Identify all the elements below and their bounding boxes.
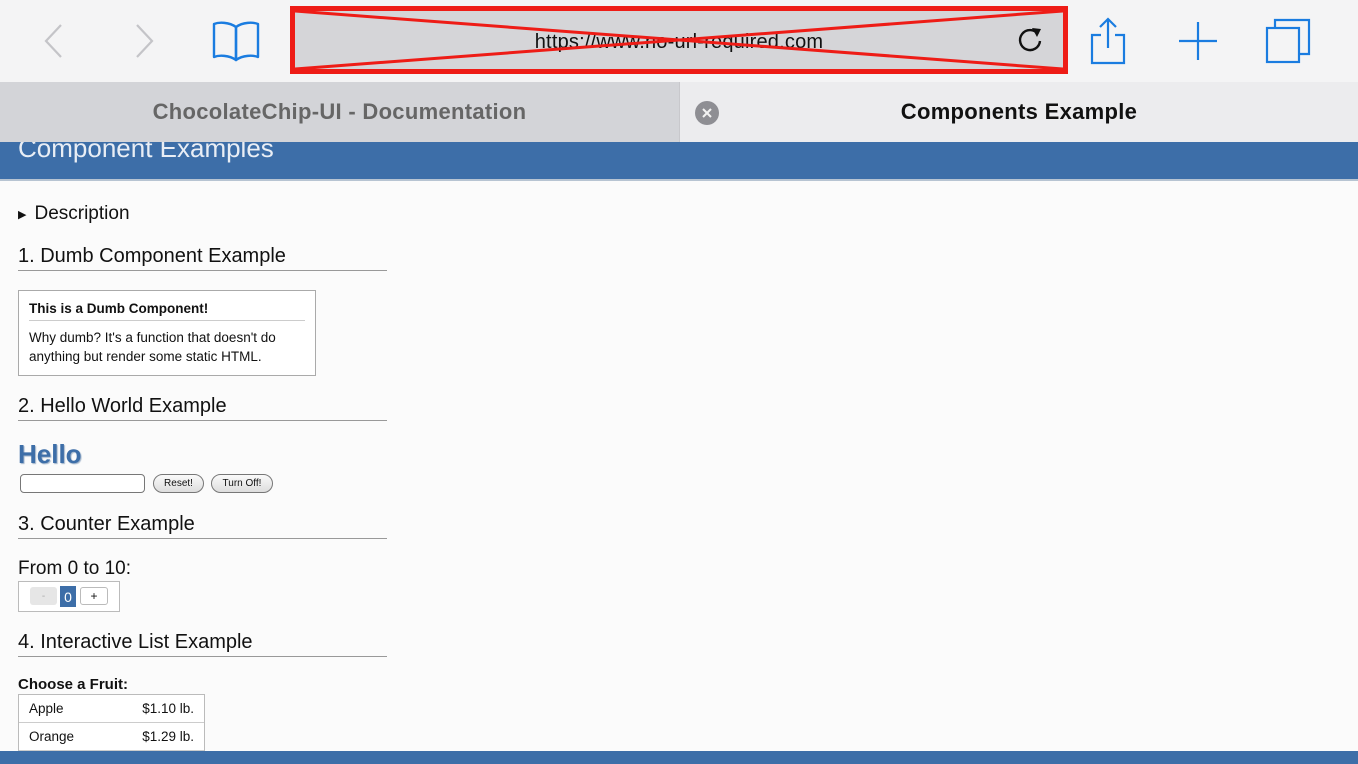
page: https://www.no-url-required.com Chocolat… (0, 0, 1358, 764)
hello-heading: Hello (18, 439, 82, 469)
new-tab-button[interactable] (1172, 16, 1224, 66)
fruit-price: $1.10 lb. (142, 701, 194, 716)
counter-label: From 0 to 10: (18, 558, 131, 579)
tab-strip: ChocolateChip-UI - Documentation Compone… (0, 82, 1358, 142)
dumb-component-title: This is a Dumb Component! (29, 301, 305, 321)
plus-icon (1179, 22, 1217, 60)
page-title: Component Examples (18, 142, 274, 163)
fruit-name: Orange (29, 729, 75, 744)
page-banner: Component Examples (0, 142, 1358, 181)
disclosure-triangle-icon: ▶ (18, 208, 27, 221)
section-heading-list: 4. Interactive List Example (18, 631, 387, 657)
increment-button[interactable]: + (80, 587, 108, 605)
address-bar[interactable]: https://www.no-url-required.com (290, 6, 1068, 74)
share-button[interactable] (1082, 16, 1134, 66)
redaction-cross (295, 11, 1063, 69)
chevron-left-icon (44, 24, 62, 58)
fruit-price: $1.29 lb. (142, 729, 194, 744)
turn-off-button[interactable]: Turn Off! (211, 474, 273, 493)
tab-title: ChocolateChip-UI - Documentation (152, 99, 527, 124)
description-label: Description (34, 203, 130, 224)
list-item[interactable]: Orange $1.29 lb. (19, 723, 204, 751)
fruit-list: Apple $1.10 lb. Orange $1.29 lb. (18, 694, 205, 752)
tab-title: Components Example (900, 99, 1138, 124)
section-heading-dumb: 1. Dumb Component Example (18, 245, 387, 271)
reset-button[interactable]: Reset! (153, 474, 204, 493)
counter-widget: - 0 + (18, 581, 120, 612)
chevron-right-icon (136, 24, 154, 58)
close-tab-button[interactable] (695, 101, 719, 125)
fruit-name: Apple (29, 701, 64, 716)
share-icon (1090, 17, 1126, 65)
section-heading-counter: 3. Counter Example (18, 513, 387, 539)
bookmarks-button[interactable] (210, 16, 262, 66)
reload-icon[interactable] (1015, 25, 1045, 55)
decrement-button[interactable]: - (30, 587, 57, 605)
tab-documentation[interactable]: ChocolateChip-UI - Documentation (0, 82, 679, 142)
close-icon (702, 108, 712, 118)
dumb-component-box: This is a Dumb Component! Why dumb? It's… (18, 290, 316, 376)
fruit-list-label: Choose a Fruit: (18, 676, 129, 693)
forward-button[interactable] (118, 16, 170, 66)
tab-components-example[interactable]: Components Example (679, 82, 1358, 142)
description-toggle[interactable]: ▶ Description (18, 203, 130, 225)
section-heading-hello: 2. Hello World Example (18, 395, 387, 421)
dumb-component-text: Why dumb? It's a function that doesn't d… (29, 330, 276, 364)
tabs-icon (1265, 18, 1311, 64)
counter-value: 0 (60, 586, 76, 607)
tabs-button[interactable] (1262, 16, 1314, 66)
book-icon (212, 21, 260, 62)
browser-toolbar: https://www.no-url-required.com (0, 0, 1358, 82)
bottom-bar (0, 751, 1358, 764)
hello-name-input[interactable] (20, 474, 145, 493)
list-item[interactable]: Apple $1.10 lb. (19, 695, 204, 723)
back-button[interactable] (28, 16, 80, 66)
